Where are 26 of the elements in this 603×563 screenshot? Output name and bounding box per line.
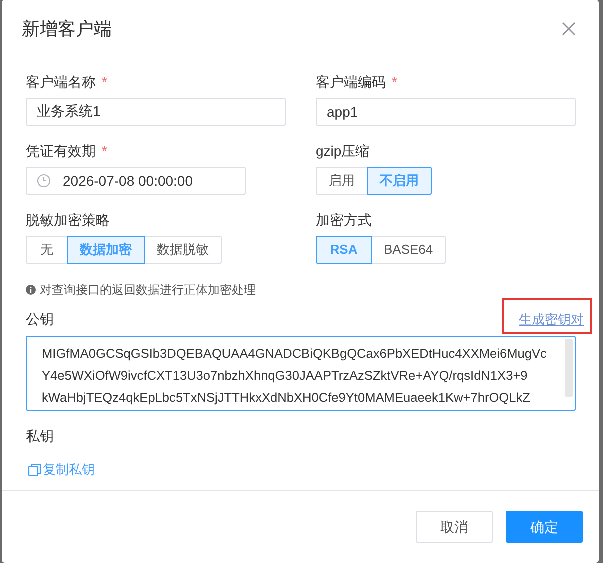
field-label: 公钥 [26,310,54,329]
copy-icon [28,462,42,477]
info-icon [26,285,36,295]
field-label: 客户端名称 [26,73,96,92]
date-value: 2026-07-08 00:00:00 [63,172,193,190]
hint-text: 对查询接口的返回数据进行正体加密处理 [40,282,256,299]
field-label: 私钥 [26,427,55,446]
text-field[interactable]: 业务系统1 [26,98,286,126]
required-mark: * [102,73,108,92]
required-mark: * [102,142,108,161]
field-label: gzip压缩 [316,142,370,161]
field-label: 脱敏加密策略 [26,211,110,230]
required-mark: * [392,73,398,92]
field-label: 加密方式 [316,211,372,230]
field-label: 客户端编码 [316,73,386,92]
segment-option[interactable]: 数据脱敏 [144,236,222,264]
clock-icon [37,174,51,188]
close-icon[interactable] [561,21,577,37]
segment-option[interactable]: BASE64 [371,236,446,264]
dialog-title: 新增客户端 [22,18,112,40]
text-field[interactable]: app1 [316,98,576,126]
cancel-button[interactable]: 取消 [416,511,493,543]
field-label: 凭证有效期 [26,142,96,161]
segment-option[interactable]: 启用 [316,167,368,195]
date-field[interactable]: 2026-07-08 00:00:00 [26,167,246,195]
segment-option[interactable]: 无 [26,236,68,264]
